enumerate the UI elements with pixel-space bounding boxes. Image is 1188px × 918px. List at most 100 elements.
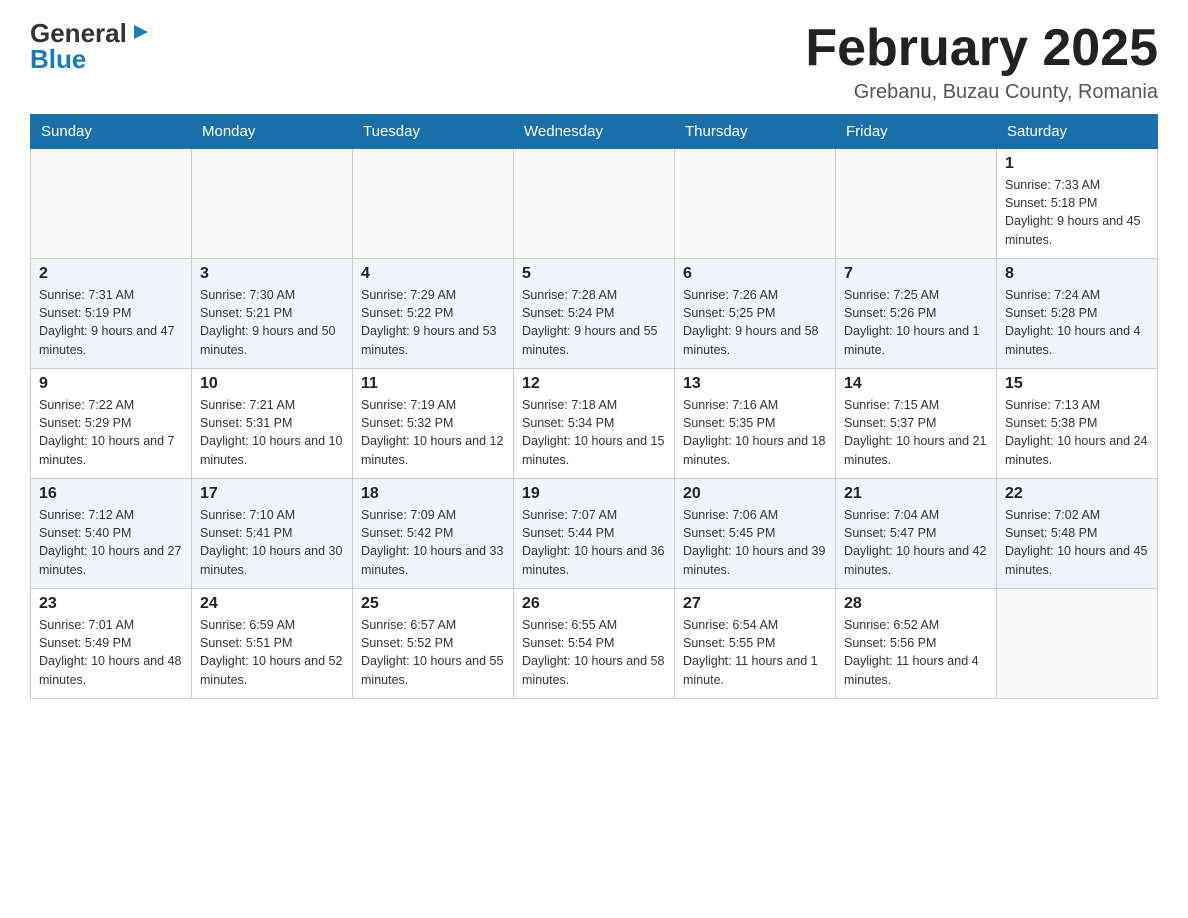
day-number: 2	[39, 265, 183, 283]
day-number: 24	[200, 595, 344, 613]
day-info: Sunrise: 7:19 AMSunset: 5:32 PMDaylight:…	[361, 396, 505, 469]
day-info: Sunrise: 6:52 AMSunset: 5:56 PMDaylight:…	[844, 616, 988, 689]
day-number: 13	[683, 375, 827, 393]
day-number: 9	[39, 375, 183, 393]
day-number: 12	[522, 375, 666, 393]
calendar-cell: 1Sunrise: 7:33 AMSunset: 5:18 PMDaylight…	[997, 149, 1158, 259]
day-info: Sunrise: 7:12 AMSunset: 5:40 PMDaylight:…	[39, 506, 183, 579]
day-number: 19	[522, 485, 666, 503]
day-number: 18	[361, 485, 505, 503]
calendar-cell: 16 Sunrise: 7:12 AMSunset: 5:40 PMDayligh…	[31, 479, 192, 589]
day-info: Sunrise: 6:55 AMSunset: 5:54 PMDaylight:…	[522, 616, 666, 689]
calendar-week-row: 1Sunrise: 7:33 AMSunset: 5:18 PMDaylight…	[31, 149, 1158, 259]
subtitle: Grebanu, Buzau County, Romania	[805, 81, 1158, 104]
day-info: Sunrise: 7:15 AMSunset: 5:37 PMDaylight:…	[844, 396, 988, 469]
calendar-cell: 8Sunrise: 7:24 AMSunset: 5:28 PMDaylight…	[997, 259, 1158, 369]
calendar-header-thursday: Thursday	[675, 115, 836, 149]
day-number: 3	[200, 265, 344, 283]
calendar-week-row: 23Sunrise: 7:01 AMSunset: 5:49 PMDayligh…	[31, 589, 1158, 699]
day-number: 10	[200, 375, 344, 393]
calendar-cell: 14 Sunrise: 7:15 AMSunset: 5:37 PMDayligh…	[836, 369, 997, 479]
calendar-cell: 9 Sunrise: 7:22 AMSunset: 5:29 PMDaylight…	[31, 369, 192, 479]
calendar-cell: 13 Sunrise: 7:16 AMSunset: 5:35 PMDayligh…	[675, 369, 836, 479]
calendar-cell: 17 Sunrise: 7:10 AMSunset: 5:41 PMDayligh…	[192, 479, 353, 589]
page-header: General Blue February 2025 Grebanu, Buza…	[30, 20, 1158, 104]
day-info: Sunrise: 7:21 AMSunset: 5:31 PMDaylight:…	[200, 396, 344, 469]
calendar-cell: 4 Sunrise: 7:29 AMSunset: 5:22 PMDaylight…	[353, 259, 514, 369]
calendar-cell: 23Sunrise: 7:01 AMSunset: 5:49 PMDayligh…	[31, 589, 192, 699]
calendar-cell	[675, 149, 836, 259]
calendar-header-monday: Monday	[192, 115, 353, 149]
day-number: 20	[683, 485, 827, 503]
calendar-cell: 25 Sunrise: 6:57 AMSunset: 5:52 PMDayligh…	[353, 589, 514, 699]
day-number: 6	[683, 265, 827, 283]
day-number: 5	[522, 265, 666, 283]
logo: General Blue	[30, 20, 152, 72]
calendar-cell: 6 Sunrise: 7:26 AMSunset: 5:25 PMDaylight…	[675, 259, 836, 369]
title-section: February 2025 Grebanu, Buzau County, Rom…	[805, 20, 1158, 104]
calendar-cell: 10 Sunrise: 7:21 AMSunset: 5:31 PMDayligh…	[192, 369, 353, 479]
calendar-cell: 18 Sunrise: 7:09 AMSunset: 5:42 PMDayligh…	[353, 479, 514, 589]
main-title: February 2025	[805, 20, 1158, 77]
day-info: Sunrise: 7:07 AMSunset: 5:44 PMDaylight:…	[522, 506, 666, 579]
day-number: 28	[844, 595, 988, 613]
calendar-header-row: SundayMondayTuesdayWednesdayThursdayFrid…	[31, 115, 1158, 149]
day-info: Sunrise: 7:29 AMSunset: 5:22 PMDaylight:…	[361, 286, 505, 359]
day-info: Sunrise: 6:59 AMSunset: 5:51 PMDaylight:…	[200, 616, 344, 689]
calendar-cell	[997, 589, 1158, 699]
calendar-week-row: 2 Sunrise: 7:31 AMSunset: 5:19 PMDaylight…	[31, 259, 1158, 369]
calendar-table: SundayMondayTuesdayWednesdayThursdayFrid…	[30, 114, 1158, 699]
day-number: 25	[361, 595, 505, 613]
calendar-cell: 24 Sunrise: 6:59 AMSunset: 5:51 PMDayligh…	[192, 589, 353, 699]
day-info: Sunrise: 7:04 AMSunset: 5:47 PMDaylight:…	[844, 506, 988, 579]
logo-blue-text: Blue	[30, 46, 86, 72]
calendar-header-saturday: Saturday	[997, 115, 1158, 149]
day-number: 1	[1005, 155, 1149, 173]
calendar-cell: 22Sunrise: 7:02 AMSunset: 5:48 PMDayligh…	[997, 479, 1158, 589]
day-info: Sunrise: 7:26 AMSunset: 5:25 PMDaylight:…	[683, 286, 827, 359]
day-number: 21	[844, 485, 988, 503]
day-number: 7	[844, 265, 988, 283]
calendar-cell	[31, 149, 192, 259]
day-number: 26	[522, 595, 666, 613]
calendar-cell: 2 Sunrise: 7:31 AMSunset: 5:19 PMDaylight…	[31, 259, 192, 369]
day-info: Sunrise: 7:16 AMSunset: 5:35 PMDaylight:…	[683, 396, 827, 469]
calendar-week-row: 9 Sunrise: 7:22 AMSunset: 5:29 PMDaylight…	[31, 369, 1158, 479]
day-info: Sunrise: 6:57 AMSunset: 5:52 PMDaylight:…	[361, 616, 505, 689]
day-info: Sunrise: 6:54 AMSunset: 5:55 PMDaylight:…	[683, 616, 827, 689]
calendar-cell	[514, 149, 675, 259]
calendar-cell: 5Sunrise: 7:28 AMSunset: 5:24 PMDaylight…	[514, 259, 675, 369]
calendar-cell	[836, 149, 997, 259]
calendar-header-tuesday: Tuesday	[353, 115, 514, 149]
calendar-header-wednesday: Wednesday	[514, 115, 675, 149]
calendar-cell: 20 Sunrise: 7:06 AMSunset: 5:45 PMDayligh…	[675, 479, 836, 589]
day-info: Sunrise: 7:06 AMSunset: 5:45 PMDaylight:…	[683, 506, 827, 579]
day-number: 11	[361, 375, 505, 393]
day-number: 17	[200, 485, 344, 503]
day-info: Sunrise: 7:22 AMSunset: 5:29 PMDaylight:…	[39, 396, 183, 469]
day-number: 16	[39, 485, 183, 503]
calendar-cell: 21 Sunrise: 7:04 AMSunset: 5:47 PMDayligh…	[836, 479, 997, 589]
calendar-header-friday: Friday	[836, 115, 997, 149]
calendar-cell: 12 Sunrise: 7:18 AMSunset: 5:34 PMDayligh…	[514, 369, 675, 479]
day-number: 15	[1005, 375, 1149, 393]
day-number: 14	[844, 375, 988, 393]
logo-general-text: General	[30, 20, 127, 46]
day-info: Sunrise: 7:13 AMSunset: 5:38 PMDaylight:…	[1005, 396, 1149, 469]
day-info: Sunrise: 7:18 AMSunset: 5:34 PMDaylight:…	[522, 396, 666, 469]
day-info: Sunrise: 7:02 AMSunset: 5:48 PMDaylight:…	[1005, 506, 1149, 579]
day-number: 8	[1005, 265, 1149, 283]
calendar-cell: 26 Sunrise: 6:55 AMSunset: 5:54 PMDayligh…	[514, 589, 675, 699]
calendar-header-sunday: Sunday	[31, 115, 192, 149]
day-info: Sunrise: 7:30 AMSunset: 5:21 PMDaylight:…	[200, 286, 344, 359]
day-info: Sunrise: 7:09 AMSunset: 5:42 PMDaylight:…	[361, 506, 505, 579]
day-info: Sunrise: 7:31 AMSunset: 5:19 PMDaylight:…	[39, 286, 183, 359]
day-info: Sunrise: 7:10 AMSunset: 5:41 PMDaylight:…	[200, 506, 344, 579]
calendar-cell	[192, 149, 353, 259]
day-number: 4	[361, 265, 505, 283]
calendar-cell: 28 Sunrise: 6:52 AMSunset: 5:56 PMDayligh…	[836, 589, 997, 699]
calendar-cell: 3 Sunrise: 7:30 AMSunset: 5:21 PMDaylight…	[192, 259, 353, 369]
calendar-cell: 27Sunrise: 6:54 AMSunset: 5:55 PMDayligh…	[675, 589, 836, 699]
logo-triangle-icon	[130, 21, 152, 43]
calendar-cell: 15 Sunrise: 7:13 AMSunset: 5:38 PMDayligh…	[997, 369, 1158, 479]
